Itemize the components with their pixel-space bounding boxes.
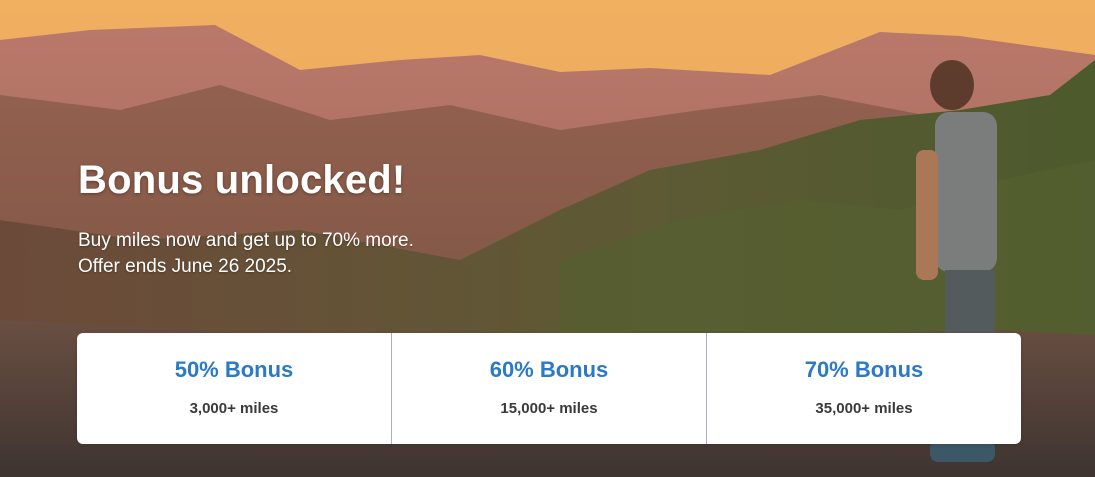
headline: Bonus unlocked! bbox=[78, 158, 406, 202]
hero-banner: Bonus unlocked! Buy miles now and get up… bbox=[0, 0, 1095, 477]
tier-title: 60% Bonus bbox=[489, 357, 609, 382]
tier-miles: 15,000+ miles bbox=[500, 400, 598, 417]
bonus-tier-60[interactable]: 60% Bonus 15,000+ miles bbox=[391, 333, 706, 444]
bonus-tier-70[interactable]: 70% Bonus 35,000+ miles bbox=[706, 333, 1021, 444]
offer-description: Buy miles now and get up to 70% more. Of… bbox=[78, 228, 414, 280]
bonus-tiers-panel: 50% Bonus 3,000+ miles 60% Bonus 15,000+… bbox=[77, 333, 1021, 444]
tier-title: 50% Bonus bbox=[174, 357, 294, 382]
tier-miles: 35,000+ miles bbox=[815, 400, 913, 417]
tier-title: 70% Bonus bbox=[804, 357, 924, 382]
tier-miles: 3,000+ miles bbox=[189, 400, 279, 417]
bonus-tier-50[interactable]: 50% Bonus 3,000+ miles bbox=[77, 333, 391, 444]
offer-expiry-line: Offer ends June 26 2025. bbox=[78, 256, 293, 277]
offer-subtext-line: Buy miles now and get up to 70% more. bbox=[78, 230, 414, 251]
